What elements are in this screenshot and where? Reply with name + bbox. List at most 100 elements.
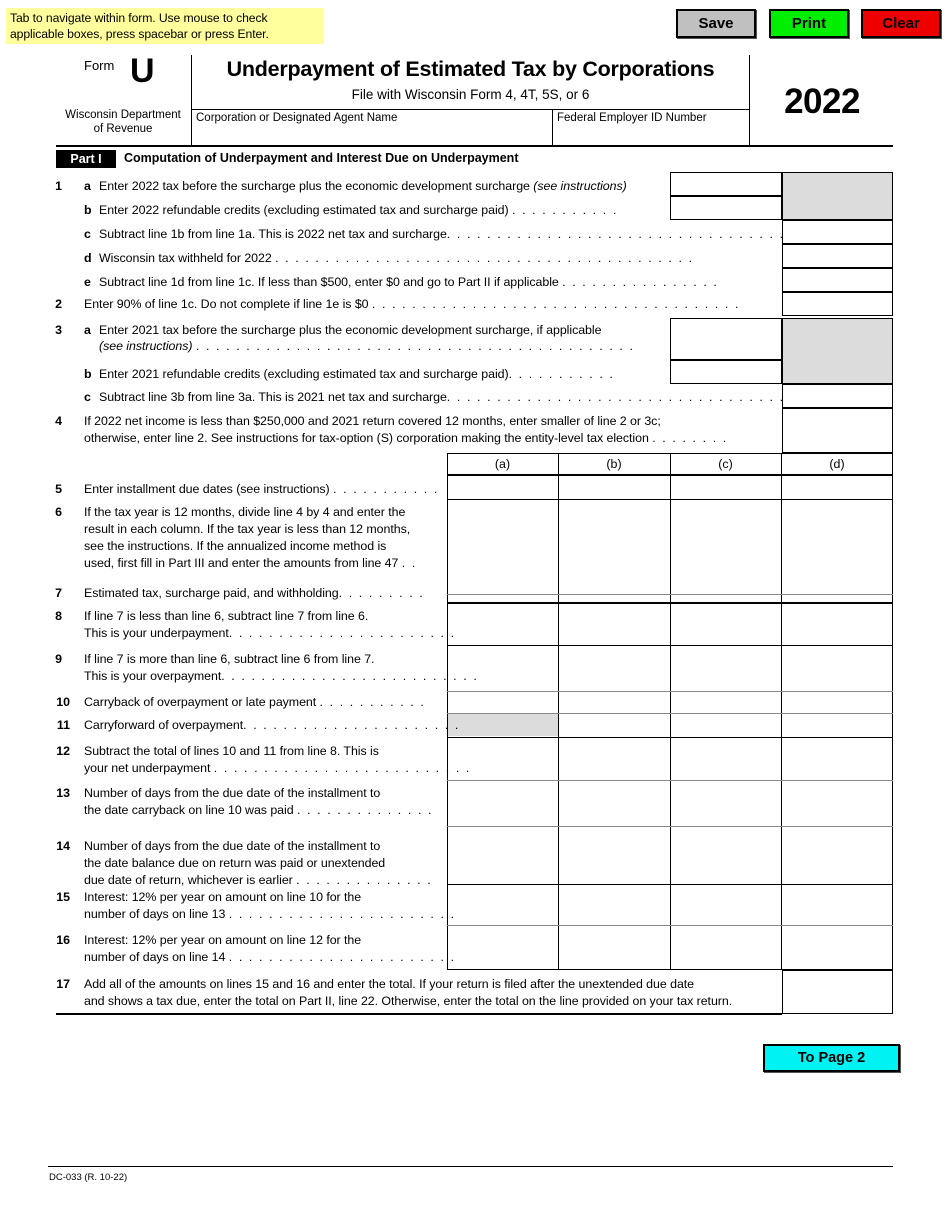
line-11-input-c[interactable]: [671, 714, 780, 736]
line-16-input-b[interactable]: [559, 926, 669, 969]
line-1-number: 1: [55, 179, 62, 193]
line-1b-input[interactable]: [670, 196, 782, 220]
line-6-input-b[interactable]: [559, 500, 669, 593]
line-8-main: This is your underpayment: [84, 626, 229, 640]
line-13-input-d[interactable]: [782, 781, 892, 825]
line-1e-text: Subtract line 1d from line 1c. If less t…: [99, 275, 718, 291]
line-1d-text: Wisconsin tax withheld for 2022 . . . . …: [99, 251, 694, 267]
line-1a-letter: a: [84, 179, 91, 193]
line-3a-text-line2: (see instructions) . . . . . . . . . . .…: [99, 339, 635, 355]
line-9-text-line2: This is your overpayment. . . . . . . . …: [84, 669, 478, 685]
fein-label: Federal Employer ID Number: [557, 112, 707, 124]
line-2-input[interactable]: [782, 292, 893, 316]
line-12-input-b[interactable]: [559, 738, 669, 779]
line-9-text-line1: If line 7 is more than line 6, subtract …: [84, 652, 375, 666]
form-word-label: Form: [84, 58, 115, 73]
line-5-input-c[interactable]: [671, 476, 780, 498]
line-6-input-d[interactable]: [782, 500, 892, 593]
line-7-input-c[interactable]: [671, 595, 780, 602]
line-3b-input[interactable]: [670, 360, 782, 384]
line-10-leader: . . . . . . . . . . .: [319, 695, 426, 709]
line-7-input-d[interactable]: [782, 595, 892, 602]
line-13-input-a[interactable]: [448, 781, 558, 825]
line-1c-input[interactable]: [782, 220, 893, 244]
line-7-input-b[interactable]: [559, 595, 669, 602]
line-10-input-b[interactable]: [559, 692, 669, 713]
line-9-input-b[interactable]: [559, 646, 669, 691]
line-16-input-d[interactable]: [782, 926, 892, 969]
line-1c-text: Subtract line 1b from line 1a. This is 2…: [99, 227, 785, 243]
line-3b-letter: b: [84, 367, 92, 381]
line-1a-input[interactable]: [670, 172, 782, 196]
line-14-input-b[interactable]: [559, 827, 669, 883]
line-9-input-c[interactable]: [671, 646, 780, 691]
line-15-input-c[interactable]: [671, 885, 780, 924]
line-11-input-d[interactable]: [782, 714, 892, 736]
line-9-input-d[interactable]: [782, 646, 892, 691]
line-5-input-b[interactable]: [559, 476, 669, 498]
line-3c-leader: . . . . . . . . . . . . . . . . . . . . …: [446, 390, 785, 404]
line-6-input-c[interactable]: [671, 500, 780, 593]
corporation-name-field[interactable]: Corporation or Designated Agent Name: [192, 110, 553, 145]
save-button[interactable]: Save: [676, 9, 756, 38]
line-15-input-b[interactable]: [559, 885, 669, 924]
line-2-text: Enter 90% of line 1c. Do not complete if…: [84, 297, 740, 313]
line-13-input-b[interactable]: [559, 781, 669, 825]
line-6-number: 6: [55, 505, 62, 519]
line-12-input-a[interactable]: [448, 738, 558, 779]
line-15-input-a[interactable]: [448, 885, 558, 924]
line-6-text-line2: result in each column. If the tax year i…: [84, 522, 411, 536]
line-5-input-a[interactable]: [448, 476, 558, 498]
line-1d-input[interactable]: [782, 244, 893, 268]
line-1a-main: Enter 2022 tax before the surcharge plus…: [99, 179, 534, 193]
line-15-input-d[interactable]: [782, 885, 892, 924]
tax-year: 2022: [784, 82, 860, 121]
line-12-input-d[interactable]: [782, 738, 892, 779]
form-identity-block: Form U Wisconsin Department of Revenue: [56, 54, 192, 145]
line-3c-input[interactable]: [782, 384, 893, 408]
line-16-input-a[interactable]: [448, 926, 558, 969]
line-17-input[interactable]: [782, 970, 893, 1014]
line-11-input-b[interactable]: [559, 714, 669, 736]
column-header-d: (d): [829, 457, 845, 471]
line-14-input-a[interactable]: [448, 827, 558, 883]
line-6-text-line1: If the tax year is 12 months, divide lin…: [84, 505, 406, 519]
form-subtitle: File with Wisconsin Form 4, 4T, 5S, or 6: [351, 87, 590, 102]
to-page-2-button[interactable]: To Page 2: [763, 1044, 900, 1072]
line-16-input-c[interactable]: [671, 926, 780, 969]
line-8-input-d[interactable]: [782, 604, 892, 645]
line-1e-leader: . . . . . . . . . . . . . . . .: [562, 275, 719, 289]
line-8-input-b[interactable]: [559, 604, 669, 645]
line-1c-letter: c: [84, 227, 91, 241]
line-11-number: 11: [56, 718, 70, 732]
line-11-main: Carryforward of overpayment: [84, 718, 244, 732]
line-8-input-a[interactable]: [448, 604, 558, 645]
line-3-shaded-cell: [782, 318, 893, 384]
line-10-input-c[interactable]: [671, 692, 780, 713]
line-10-input-d[interactable]: [782, 692, 892, 713]
line-14-input-d[interactable]: [782, 827, 892, 883]
line-6-text-line3: see the instructions. If the annualized …: [84, 539, 387, 553]
fein-field[interactable]: Federal Employer ID Number: [553, 110, 749, 145]
line-16-text-line1: Interest: 12% per year on amount on line…: [84, 933, 362, 947]
print-button[interactable]: Print: [769, 9, 849, 38]
line-9-input-a[interactable]: [448, 646, 558, 691]
line-8-input-c[interactable]: [671, 604, 780, 645]
line-3a-input[interactable]: [670, 318, 782, 360]
line-5-input-d[interactable]: [782, 476, 892, 498]
line-14-input-c[interactable]: [671, 827, 780, 883]
line-1e-input[interactable]: [782, 268, 893, 292]
line-4-input[interactable]: [782, 408, 893, 453]
line-10-input-a[interactable]: [448, 692, 558, 713]
line-12-input-c[interactable]: [671, 738, 780, 779]
line-16-number: 16: [56, 933, 70, 947]
footer-divider: [48, 1166, 893, 1167]
line-16-leader: . . . . . . . . . . . . . . . . . . . . …: [228, 950, 456, 964]
part-1-header: Part I Computation of Underpayment and I…: [56, 150, 893, 168]
line-8-leader: . . . . . . . . . . . . . . . . . . . . …: [228, 626, 456, 640]
line-7-input-a[interactable]: [448, 595, 558, 602]
line-16-text-line2: number of days on line 14 . . . . . . . …: [84, 950, 456, 966]
line-6-input-a[interactable]: [448, 500, 558, 593]
clear-button[interactable]: Clear: [861, 9, 941, 38]
line-13-input-c[interactable]: [671, 781, 780, 825]
